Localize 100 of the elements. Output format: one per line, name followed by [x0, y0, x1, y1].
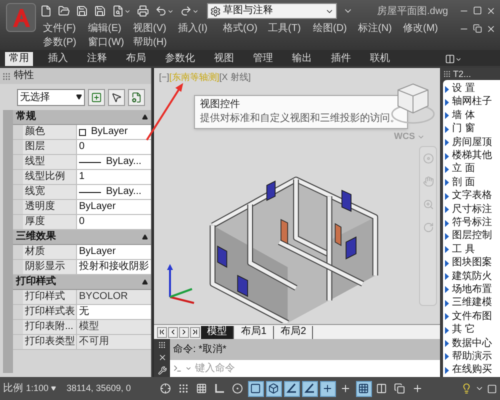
workspace-dropdown[interactable]: 草图与注释 — [207, 3, 337, 19]
close-icon[interactable] — [158, 353, 166, 362]
ribbon-tab[interactable]: 输出 — [288, 52, 316, 66]
tab-scroll-button[interactable] — [190, 326, 200, 338]
layout-tab[interactable]: 模型 — [201, 326, 234, 338]
caret-icon[interactable] — [475, 384, 484, 393]
menu-item[interactable]: 文件(F) — [43, 24, 88, 34]
section-header[interactable]: 常规 — [13, 110, 151, 125]
status-toggle[interactable] — [284, 380, 300, 396]
ribbon-tab[interactable]: 管理 — [249, 52, 277, 66]
wrench-icon[interactable] — [158, 366, 166, 375]
printer-button[interactable] — [137, 5, 149, 17]
menu-item[interactable]: 工具(T) — [268, 24, 313, 34]
ribbon-tab[interactable]: 布局 — [122, 52, 150, 66]
scale-dropdown[interactable]: 1:100 — [26, 384, 56, 393]
palette-item[interactable]: 楼梯其他 — [443, 149, 500, 163]
section-header[interactable]: 三维效果 — [13, 230, 151, 245]
grip-icon[interactable] — [2, 72, 11, 80]
toolbar-button[interactable] — [88, 88, 105, 106]
palette-item[interactable]: 尺寸标注 — [443, 202, 500, 216]
menu-item[interactable]: 插入(I) — [178, 24, 223, 34]
command-input[interactable]: 键入命令 — [195, 361, 437, 376]
status-toggle[interactable] — [320, 380, 336, 396]
status-toggle[interactable] — [302, 380, 318, 396]
property-value[interactable]: ByLayer — [77, 245, 151, 259]
ribbon-options-button[interactable] — [445, 52, 462, 66]
folder-button[interactable] — [58, 5, 70, 17]
maximize-icon[interactable] — [473, 6, 482, 15]
property-value[interactable]: 0 — [77, 140, 151, 154]
undo-button[interactable] — [155, 5, 174, 17]
menu-item[interactable]: 修改(M) — [403, 24, 448, 34]
close-icon[interactable] — [486, 6, 496, 16]
palette-item[interactable]: 墙 体 — [443, 109, 500, 123]
save-button[interactable] — [76, 5, 88, 17]
palette-item[interactable]: 文字表格 — [443, 190, 500, 203]
close-icon[interactable] — [486, 24, 496, 34]
palette-item[interactable]: 剖 面 — [443, 176, 500, 190]
viewport-control[interactable]: [−] — [159, 73, 170, 82]
property-value[interactable]: 无 — [77, 305, 151, 319]
menu-item[interactable]: 参数(P) — [43, 38, 88, 48]
palette-item[interactable]: 数据中心 — [443, 336, 500, 350]
ribbon-tab[interactable]: 注释 — [83, 52, 111, 66]
palette-item[interactable]: 图层控制 — [443, 230, 500, 244]
square-icon[interactable] — [487, 384, 497, 394]
lightbulb-icon[interactable] — [461, 383, 472, 394]
grid-icon — [358, 383, 370, 394]
palette-item[interactable]: 立 面 — [443, 162, 500, 176]
palette-item[interactable]: 建筑防火 — [443, 270, 500, 284]
menu-item[interactable]: 标注(N) — [358, 24, 403, 34]
property-value[interactable]: 1 — [77, 170, 151, 184]
ribbon-tab[interactable]: 联机 — [366, 52, 394, 66]
palette-item[interactable]: 工 具 — [443, 243, 500, 256]
grip-icon[interactable] — [443, 70, 451, 78]
palette-item[interactable]: 门 窗 — [443, 122, 500, 136]
property-value[interactable]: ByLayer — [77, 200, 151, 214]
property-value[interactable]: ByLay... — [77, 185, 151, 199]
palette-item[interactable]: 三维建模 — [443, 296, 500, 310]
palette-item[interactable]: 设 置 — [443, 82, 500, 96]
save-button[interactable] — [94, 5, 106, 17]
menu-item[interactable]: 窗口(W) — [88, 38, 133, 48]
status-toggle[interactable] — [266, 380, 282, 396]
section-header[interactable]: 打印样式 — [13, 275, 151, 290]
menu-item[interactable]: 视图(V) — [133, 24, 178, 34]
property-value[interactable]: ByLayer — [77, 125, 151, 139]
menu-item[interactable]: 绘图(D) — [313, 24, 358, 34]
palette-item[interactable]: 文件布图 — [443, 310, 500, 324]
palette-item[interactable]: 场地布置 — [443, 283, 500, 297]
palette-item[interactable]: 其 它 — [443, 323, 500, 337]
ribbon-tab[interactable]: 参数化 — [161, 52, 199, 66]
redo-button[interactable] — [180, 5, 199, 17]
menu-item[interactable]: 编辑(E) — [88, 24, 133, 34]
ribbon-tab[interactable]: 视图 — [210, 52, 238, 66]
property-value[interactable]: 0 — [77, 215, 151, 229]
ribbon-tab[interactable]: 插入 — [44, 52, 72, 66]
selection-dropdown[interactable]: 无选择 — [17, 88, 85, 106]
property-value[interactable]: ByLay... — [77, 155, 151, 169]
palette-item[interactable]: 帮助演示 — [443, 350, 500, 364]
palette-item[interactable]: 房间屋顶 — [443, 136, 500, 150]
file-button[interactable] — [40, 5, 52, 17]
restore-icon[interactable] — [473, 24, 482, 33]
file-search-button[interactable] — [112, 5, 131, 17]
menu-item[interactable]: 格式(O) — [223, 24, 268, 34]
property-value[interactable]: 投射和接收阴影 — [77, 260, 151, 274]
palette-item[interactable]: 图块图案 — [443, 256, 500, 270]
palette-item[interactable]: 符号标注 — [443, 216, 500, 230]
toolbar-button[interactable] — [128, 88, 145, 106]
last-icon — [191, 328, 199, 336]
command-field[interactable]: 键入命令 — [170, 360, 440, 377]
drawing-canvas[interactable]: [−][东南等轴测][X 射线] 视图控件 提供对标准和自定义视图和三维投影的访问。 WCS — [154, 68, 440, 324]
grip-icon[interactable] — [158, 341, 166, 349]
palette-item[interactable]: 在线购买 — [443, 364, 500, 377]
palette-item[interactable]: 轴网柱子 — [443, 96, 500, 110]
status-toggle[interactable] — [356, 380, 372, 396]
viewport-control[interactable]: [X 射线] — [219, 73, 251, 82]
menu-item[interactable]: 帮助(H) — [133, 38, 178, 48]
ribbon-tab[interactable]: 常用 — [5, 52, 33, 66]
status-toggle[interactable] — [248, 380, 264, 396]
toolbar-button[interactable] — [108, 88, 125, 106]
tab-scroll-button[interactable] — [157, 326, 167, 338]
ribbon-tab[interactable]: 插件 — [327, 52, 355, 66]
